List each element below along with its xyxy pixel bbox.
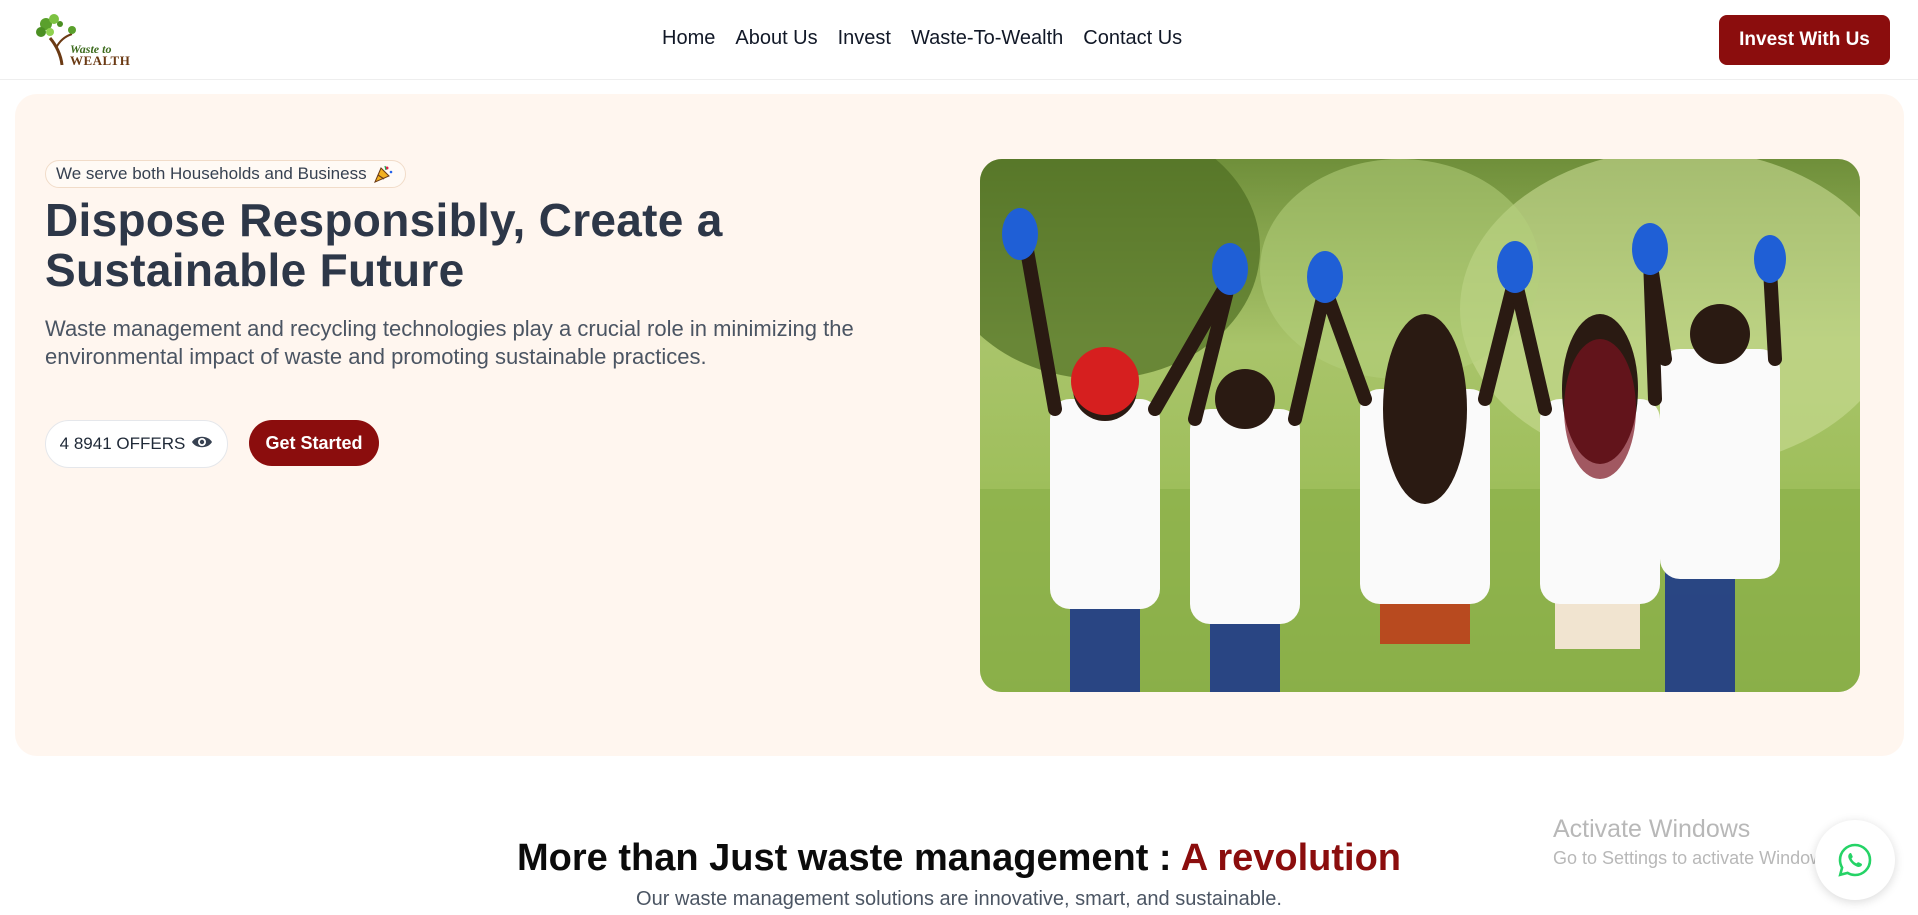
nav-link-contact-us[interactable]: Contact Us (1083, 27, 1182, 50)
audience-tag: We serve both Households and Business (45, 160, 406, 188)
section-subtitle: Our waste management solutions are innov… (636, 888, 1282, 910)
whatsapp-icon (1838, 843, 1872, 877)
activate-windows-watermark: Activate Windows Go to Settings to activ… (1553, 815, 1837, 869)
main-nav: Home About Us Invest Waste-To-Wealth Con… (662, 27, 1182, 50)
volunteers-photo-illustration (980, 159, 1860, 692)
watermark-title: Activate Windows (1553, 815, 1751, 843)
hero-section: We serve both Households and Business Di… (15, 94, 1904, 756)
whatsapp-chat-button[interactable] (1815, 820, 1895, 900)
nav-link-home[interactable]: Home (662, 27, 715, 50)
navbar: Waste to WEALTH Home About Us Invest Was… (0, 0, 1918, 80)
nav-link-invest[interactable]: Invest (838, 27, 891, 50)
nav-link-waste-to-wealth[interactable]: Waste-To-Wealth (911, 27, 1063, 50)
logo-line-2: WEALTH (70, 53, 131, 68)
site-logo[interactable]: Waste to WEALTH (32, 10, 132, 70)
nav-link-about-us[interactable]: About Us (735, 27, 817, 50)
logo-wordmark: Waste to WEALTH (70, 43, 130, 67)
hero-photo (980, 159, 1860, 692)
get-started-button[interactable]: Get Started (249, 420, 379, 466)
party-popper-icon (373, 164, 393, 184)
offers-count-label: 4 8941 OFFERS (59, 434, 186, 453)
watermark-subtitle: Go to Settings to activate Windows. (1553, 848, 1838, 868)
offers-count-button[interactable]: 4 8941 OFFERS (45, 420, 228, 468)
hero-title: Dispose Responsibly, Create a Sustainabl… (45, 194, 723, 296)
invest-with-us-button[interactable]: Invest With Us (1719, 15, 1890, 65)
hero-subtitle: Waste management and recycling technolog… (45, 316, 854, 369)
eye-icon (191, 434, 213, 455)
audience-tag-label: We serve both Households and Business (56, 164, 367, 183)
section-title-accent: A revolution (1180, 837, 1401, 879)
section-title-main: More than Just waste management : (516, 837, 1181, 879)
